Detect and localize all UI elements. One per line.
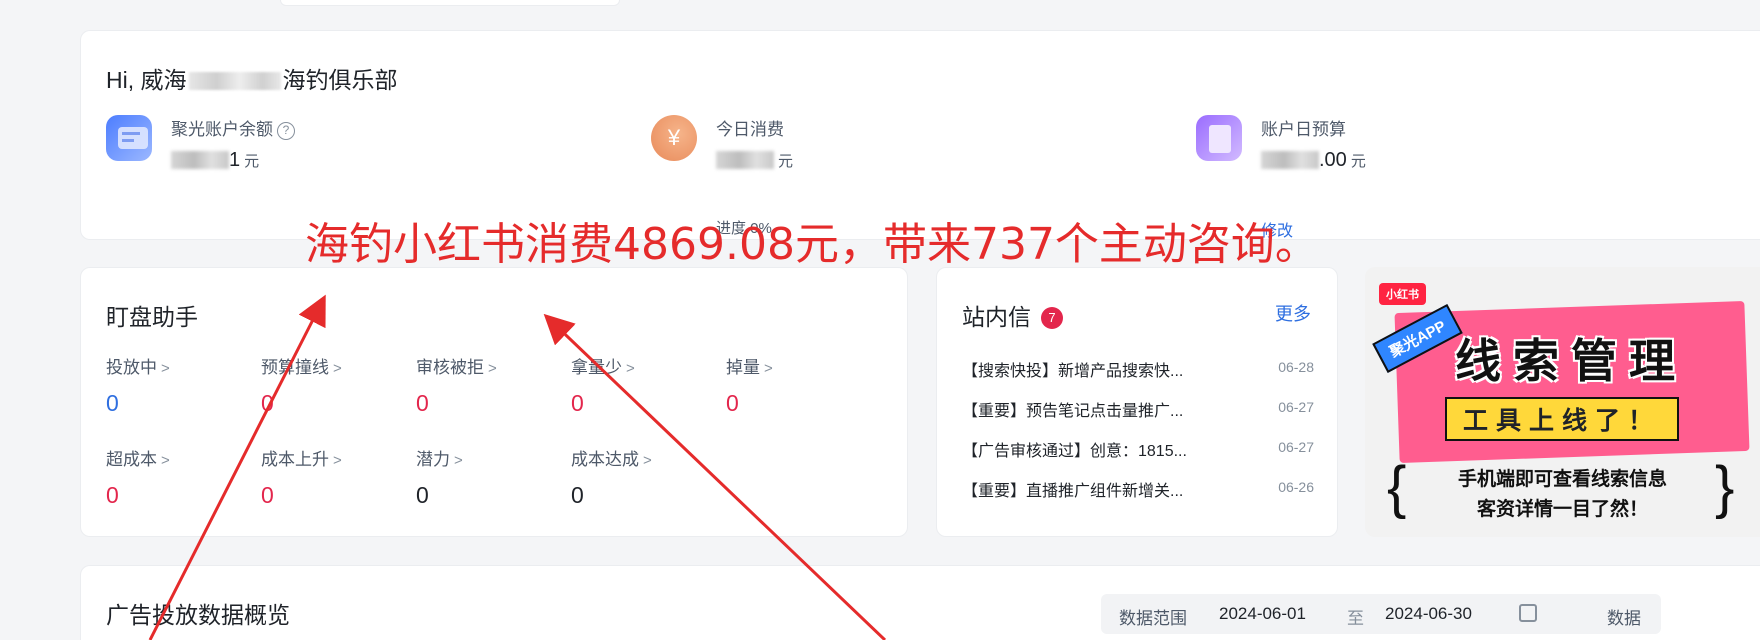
help-icon[interactable]: ? [277,122,295,140]
chevron-right-icon: > [643,452,652,469]
chevron-right-icon: > [488,360,497,377]
monitor-item[interactable]: 成本上升 > 0 [261,445,401,509]
data-label: 数据 [1607,609,1641,628]
range-end[interactable]: 2024-06-30 [1385,604,1472,624]
range-label: 数据范围 [1119,609,1187,628]
monitor-item-value: 0 [571,390,584,416]
date-range-picker[interactable]: 数据范围 2024-06-01 至 2024-06-30 数据 [1101,594,1661,634]
promo-subline: 工具上线了！ [1445,397,1680,441]
document-icon [1196,115,1242,161]
redacted-value [171,151,229,169]
monitor-item-label[interactable]: 成本上升 > [261,445,401,470]
monitor-assistant-card: 盯盘助手 投放中 >0 预算撞线 >0 审核被拒 >0 拿量少 >0 掉量 >0 超成本 >0 成本上升… [80,267,908,537]
monitor-item-value: 0 [726,390,739,416]
balance-label: 聚光账户余额? [171,115,295,140]
message-item[interactable]: 【广告审核通过】创意：1815... 06-27 [962,432,1314,462]
message-item[interactable]: 【重要】直播推广组件新增关... 06-26 [962,472,1314,502]
redacted-value [1261,151,1319,169]
calendar-icon[interactable] [1519,604,1537,622]
chevron-right-icon: > [161,360,170,377]
chevron-right-icon: > [333,452,342,469]
monitor-item-label[interactable]: 投放中 > [106,353,246,378]
promo-headline: 线索管理 [1455,335,1687,387]
chevron-right-icon: > [333,360,342,377]
top-bar-stub [280,0,620,6]
promo-line-2: 客资详情一目了然！ [1476,499,1648,520]
message-title[interactable]: 【重要】直播推广组件新增关... [962,477,1224,501]
monitor-item[interactable]: 拿量少 > 0 [571,353,711,417]
monitor-item[interactable]: 成本达成 > 0 [571,445,711,509]
yuan-coin-icon: ¥ [651,115,697,161]
monitor-item-label[interactable]: 成本达成 > [571,445,711,470]
today-spend-label: 今日消费 [716,120,784,139]
monitor-item-label[interactable]: 潜力 > [416,445,556,470]
message-title[interactable]: 【广告审核通过】创意：1815... [962,437,1224,461]
monitor-item-value: 0 [416,482,429,508]
monitor-item[interactable]: 超成本 > 0 [106,445,246,509]
annotation-text: 海钓小红书消费4869.08元，带来737个主动咨询。 [305,219,1319,270]
monitor-item-value: 0 [416,390,429,416]
messages-title: 站内信 7 [962,298,1063,332]
overview-title: 广告投放数据概览 [106,602,290,628]
today-spend-value: 元 [716,149,793,172]
message-title[interactable]: 【搜索快投】新增产品搜索快... [962,357,1224,381]
xiaohongshu-logo: 小红书 [1379,283,1426,305]
monitor-item-value: 0 [106,390,119,416]
monitor-item[interactable]: 预算撞线 > 0 [261,353,401,417]
monitor-item-label[interactable]: 超成本 > [106,445,246,470]
monitor-item-label[interactable]: 审核被拒 > [416,353,556,378]
message-date: 06-27 [1278,399,1314,415]
unread-badge: 7 [1041,307,1063,329]
redacted-value [716,151,774,169]
message-date: 06-26 [1278,479,1314,495]
monitor-item[interactable]: 投放中 > 0 [106,353,246,417]
monitor-item-value: 0 [261,390,274,416]
monitor-item[interactable]: 掉量 > 0 [726,353,866,417]
ad-overview-card: 广告投放数据概览 数据范围 2024-06-01 至 2024-06-30 数据 [80,565,1760,640]
daily-budget-label: 账户日预算 [1261,120,1346,139]
message-item[interactable]: 【重要】预告笔记点击量推广... 06-27 [962,392,1314,422]
message-title[interactable]: 【重要】预告笔记点击量推广... [962,397,1224,421]
redacted-name [188,72,281,90]
message-date: 06-27 [1278,439,1314,455]
promo-banner[interactable]: 小红书 聚光APP 线索管理 工具上线了！ { } 手机端即可查看线索信息 客资… [1365,267,1760,537]
monitor-item-value: 0 [106,482,119,508]
monitor-item-value: 0 [571,482,584,508]
monitor-item-label[interactable]: 拿量少 > [571,353,711,378]
chevron-right-icon: > [764,360,773,377]
monitor-item-label[interactable]: 预算撞线 > [261,353,401,378]
monitor-item-label[interactable]: 掉量 > [726,353,866,378]
messages-card: 站内信 7 更多 【搜索快投】新增产品搜索快... 06-28 【重要】预告笔记点击量… [936,267,1338,537]
monitor-item[interactable]: 潜力 > 0 [416,445,556,509]
chevron-right-icon: > [454,452,463,469]
range-start[interactable]: 2024-06-01 [1219,604,1306,624]
balance-value: 1元 [171,149,259,172]
more-link[interactable]: 更多 [1275,300,1311,326]
greeting: Hi, 威海 海钓俱乐部 [106,67,398,93]
range-separator: 至 [1347,609,1364,628]
promo-line-1: 手机端即可查看线索信息 [1457,469,1667,490]
chevron-right-icon: > [626,360,635,377]
daily-budget-value: .00 元 [1261,149,1366,172]
chevron-right-icon: > [161,452,170,469]
card-title: 盯盘助手 [106,304,198,330]
message-date: 06-28 [1278,359,1314,375]
monitor-item[interactable]: 审核被拒 > 0 [416,353,556,417]
card-icon [106,115,152,161]
monitor-item-value: 0 [261,482,274,508]
message-item[interactable]: 【搜索快投】新增产品搜索快... 06-28 [962,352,1314,382]
